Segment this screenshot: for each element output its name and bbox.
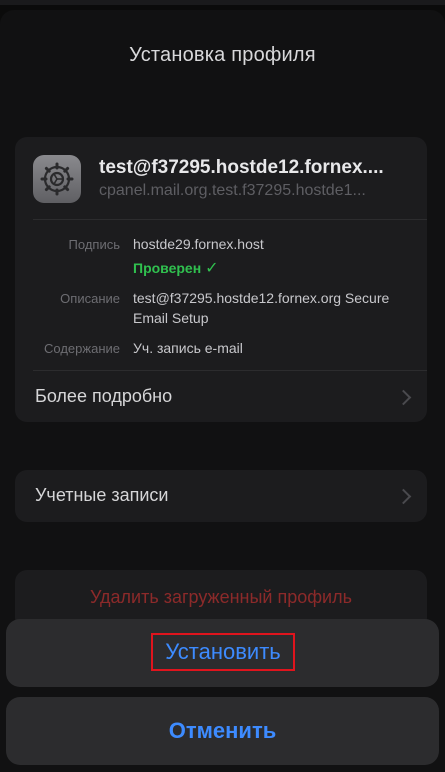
more-details-label: Более подробно <box>35 386 173 406</box>
verified-text: Проверен <box>133 260 202 276</box>
contents-value: Уч. запись e-mail <box>133 340 243 356</box>
verified-status: Проверен ✓ <box>133 258 219 278</box>
signature-label: Подпись <box>68 237 120 252</box>
gear-settings-icon <box>33 155 81 203</box>
chevron-right-icon <box>395 389 412 406</box>
install-button[interactable]: Установить <box>151 633 295 671</box>
description-value: test@f37295.hostde12.fornex.org Secure E… <box>133 290 390 326</box>
profile-card: test@f37295.hostde12.fornex.... cpanel.m… <box>15 137 427 422</box>
accounts-row[interactable]: Учетные записи <box>15 470 427 522</box>
install-action-sheet: Установить <box>6 619 439 687</box>
page-title: Установка профиля <box>129 44 316 66</box>
more-details-row[interactable]: Более подробно <box>15 371 427 422</box>
cancel-button[interactable]: Отменить <box>6 697 439 765</box>
divider <box>33 219 427 220</box>
checkmark-icon: ✓ <box>205 260 219 277</box>
profile-identifier: cpanel.mail.org.test.f37295.hostde1... <box>99 182 366 199</box>
screen: Установка профиля test@f37295.hostde12.f… <box>0 0 445 772</box>
description-label: Описание <box>60 291 120 306</box>
status-strip <box>0 0 445 5</box>
signature-value: hostde29.fornex.host <box>133 236 264 252</box>
accounts-label: Учетные записи <box>35 485 169 505</box>
contents-label: Содержание <box>44 341 120 356</box>
chevron-right-icon <box>395 488 412 505</box>
profile-header: test@f37295.hostde12.fornex.... cpanel.m… <box>33 155 413 211</box>
delete-profile-label: Удалить загруженный профиль <box>89 587 352 607</box>
profile-name: test@f37295.hostde12.fornex.... <box>99 157 384 178</box>
